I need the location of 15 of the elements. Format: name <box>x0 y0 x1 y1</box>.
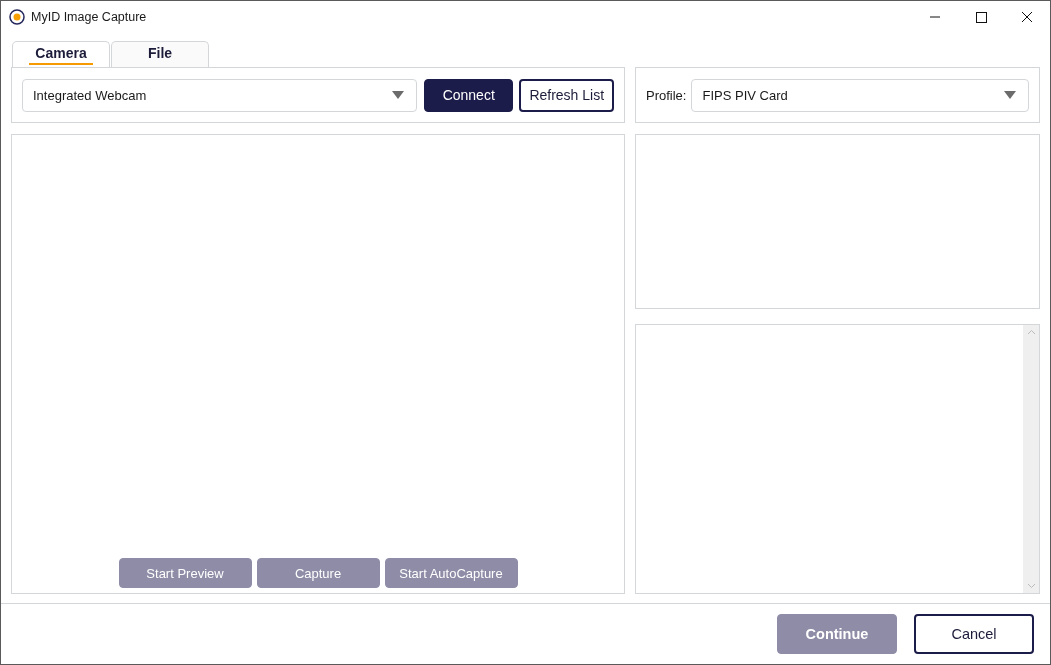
dropdown[interactable]: FIPS PIV Card <box>691 78 1029 112</box>
button[interactable]: Cancel <box>914 614 1034 654</box>
button[interactable]: Refresh List <box>519 78 614 112</box>
app-logo-icon <box>9 8 25 25</box>
profile-label: Profile: <box>646 87 687 103</box>
tab[interactable]: Camera <box>12 41 110 67</box>
scroll-up-icon[interactable] <box>1026 329 1036 335</box>
tab[interactable]: File <box>111 41 209 67</box>
scrollbar[interactable] <box>1023 325 1039 593</box>
window-title: MyID Image Capture <box>31 9 148 24</box>
dropdown-caret-icon <box>1004 91 1016 99</box>
scroll-down-icon[interactable] <box>1026 583 1036 589</box>
button[interactable]: Connect <box>423 78 514 112</box>
dropdown[interactable]: Integrated Webcam <box>22 78 417 112</box>
dropdown-caret-icon <box>391 91 404 99</box>
